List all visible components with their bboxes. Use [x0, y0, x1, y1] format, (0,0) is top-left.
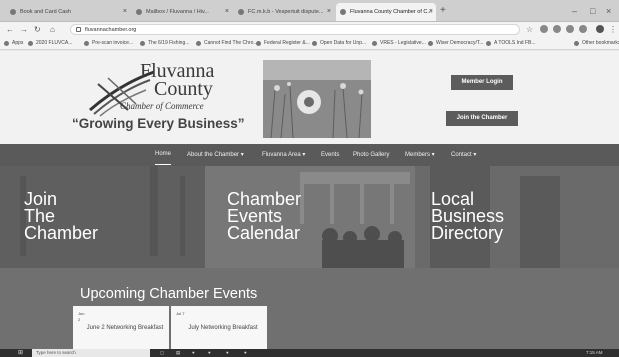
bookmark-item[interactable]: Pre-scan invoice... [84, 37, 133, 50]
event-date: Jul 7 [176, 311, 185, 316]
tab-label: Book and Card Cash [20, 9, 72, 15]
profile-avatar[interactable] [596, 25, 604, 33]
event-date: Jun 2 [78, 311, 85, 322]
tab-label: Mailbox / Fluvanna / Hiv... [146, 9, 209, 15]
bookmark-item[interactable]: The 6/19 Fishing... [140, 37, 189, 50]
star-icon[interactable]: ☆ [526, 22, 534, 34]
event-title: June 2 Networking Breakfast [86, 325, 164, 331]
nav-members[interactable]: Members ▾ [405, 144, 435, 166]
flower-field-image [263, 60, 371, 138]
address-bar-row: ← → ↻ ⌂ fluvannachamber.org ☆ ⋮ [0, 22, 619, 37]
logo-county: County [154, 78, 213, 100]
extension-icon[interactable] [553, 25, 561, 33]
extension-icon[interactable] [579, 25, 587, 33]
minimize-button[interactable]: – [572, 0, 577, 22]
hero-banner: Join The Chamber Chamber Events Calendar… [0, 166, 619, 268]
extension-icon[interactable] [566, 25, 574, 33]
new-tab-button[interactable]: + [440, 0, 446, 22]
tab-label: Fluvanna County Chamber of C... [350, 9, 432, 15]
events-title: Upcoming Chamber Events [80, 286, 258, 302]
logo-tagline: “Growing Every Business” [72, 116, 245, 131]
event-title: July Networking Breakfast [188, 325, 258, 331]
event-card[interactable]: Jul 7 July Networking Breakfast [171, 306, 267, 352]
bookmark-item[interactable]: Open Data for Unp... [312, 37, 366, 50]
browser-tab[interactable]: Mailbox / Fluvanna / Hiv... × [132, 3, 232, 21]
main-nav: Home About the Chamber ▾ Fluvanna Area ▾… [0, 144, 619, 166]
nav-fluvanna-area[interactable]: Fluvanna Area ▾ [262, 144, 305, 166]
bookmark-item[interactable]: Cannot Find The Chro... [196, 37, 258, 50]
clock: 7:15 AM [586, 350, 603, 355]
taskbar-search-input[interactable]: Type here to search [32, 349, 150, 357]
nav-contact[interactable]: Contact ▾ [451, 144, 476, 166]
close-window-button[interactable]: × [606, 0, 611, 22]
app-icon[interactable]: ● [208, 349, 211, 357]
events-section: Upcoming Chamber Events Jun 2 June 2 Net… [0, 268, 619, 352]
favicon-icon [340, 9, 346, 15]
home-icon[interactable]: ⌂ [50, 22, 55, 37]
nav-about[interactable]: About the Chamber ▾ [187, 144, 244, 166]
os-taskbar: ⊞ Type here to search ▢ ▤ ● ● ● ● 7:15 A… [0, 349, 619, 357]
taskview-icon[interactable]: ▢ [160, 349, 164, 357]
forward-arrow-icon[interactable]: → [20, 22, 28, 37]
join-chamber-button[interactable]: Join the Chamber [446, 111, 518, 126]
bookmark-item[interactable]: Federal Register &... [256, 37, 310, 50]
start-button[interactable]: ⊞ [18, 349, 23, 357]
bookmark-item[interactable]: VRES - Legislative... [372, 37, 426, 50]
app-icon[interactable]: ● [226, 349, 229, 357]
browser-tab[interactable]: Book and Card Cash × [6, 3, 130, 21]
bookmarks-bar: Apps 2020 FLUVCA... Pre-scan invoice... … [0, 37, 619, 50]
logo-subtitle: Chamber of Commerce [120, 101, 204, 111]
hero-events-link[interactable]: Chamber Events Calendar [227, 190, 301, 242]
nav-photo-gallery[interactable]: Photo Gallery [353, 144, 389, 166]
browser-tab[interactable]: FC.m.k.b - Vespertuit dispute... × [234, 3, 334, 21]
app-icon[interactable]: ● [192, 349, 195, 357]
file-explorer-icon[interactable]: ▤ [176, 349, 180, 357]
tab-label: FC.m.k.b - Vespertuit dispute... [248, 9, 324, 15]
address-text: fluvannachamber.org [85, 27, 137, 33]
bookmark-item[interactable]: Apps [4, 37, 23, 50]
member-login-button[interactable]: Member Login [451, 75, 513, 90]
favicon-icon [136, 9, 142, 15]
close-tab-icon[interactable]: × [429, 3, 433, 21]
browser-tab-bar: Book and Card Cash × Mailbox / Fluvanna … [0, 0, 619, 22]
address-input[interactable]: fluvannachamber.org [70, 24, 520, 35]
close-tab-icon[interactable]: × [123, 3, 127, 21]
hero-directory-link[interactable]: Local Business Directory [431, 190, 504, 242]
browser-tab-active[interactable]: Fluvanna County Chamber of C... × [336, 3, 436, 21]
favicon-icon [10, 9, 16, 15]
bookmark-item[interactable]: A TOOLS Ind FB... [486, 37, 536, 50]
bookmark-item[interactable]: Other bookmarks [574, 37, 619, 50]
header-flower-photo [263, 60, 371, 138]
event-card[interactable]: Jun 2 June 2 Networking Breakfast [73, 306, 169, 352]
app-icon[interactable]: ● [244, 349, 247, 357]
bookmark-item[interactable]: Wiser Democracy/T... [428, 37, 484, 50]
nav-home[interactable]: Home [155, 144, 172, 165]
bookmark-item[interactable]: 2020 FLUVCA... [28, 37, 72, 50]
close-tab-icon[interactable]: × [225, 3, 229, 21]
favicon-icon [238, 9, 244, 15]
menu-dots-icon[interactable]: ⋮ [609, 22, 617, 37]
maximize-button[interactable]: □ [590, 0, 595, 22]
nav-events[interactable]: Events [321, 144, 339, 166]
back-arrow-icon[interactable]: ← [6, 22, 14, 37]
hero-join-link[interactable]: Join The Chamber [24, 190, 98, 242]
close-tab-icon[interactable]: × [327, 3, 331, 21]
extension-icon[interactable] [540, 25, 548, 33]
reload-icon[interactable]: ↻ [34, 22, 41, 37]
lock-icon [76, 27, 81, 32]
